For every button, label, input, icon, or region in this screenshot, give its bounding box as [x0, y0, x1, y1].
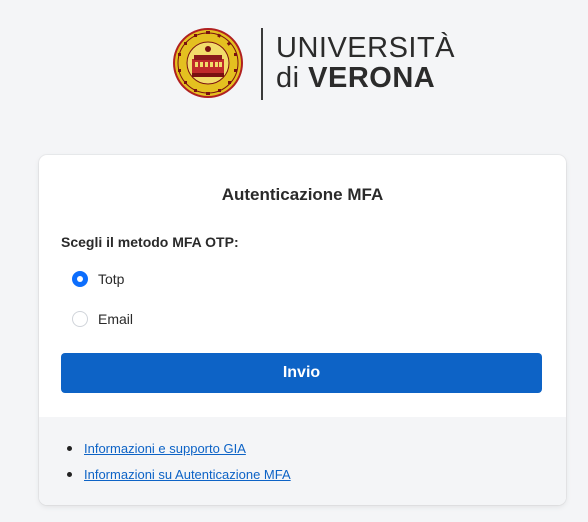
- radio-unchecked-icon[interactable]: [72, 311, 88, 327]
- logo-line2: di VERONA: [276, 64, 455, 93]
- list-item: Informazioni e supporto GIA: [67, 435, 291, 461]
- bullet-icon: [67, 471, 72, 477]
- card-footer: Informazioni e supporto GIA Informazioni…: [39, 417, 566, 505]
- logo-line2-main: VERONA: [308, 62, 436, 94]
- radio-checked-icon[interactable]: [72, 271, 88, 287]
- logo-line1: UNIVERSITÀ: [276, 32, 456, 64]
- link-mfa-info[interactable]: Informazioni su Autenticazione MFA: [84, 467, 291, 482]
- header: UNIVERSITÀ di VERONA: [0, 0, 588, 110]
- mfa-card: Autenticazione MFA Scegli il metodo MFA …: [39, 155, 566, 505]
- bullet-icon: [67, 445, 72, 451]
- university-seal-icon: [173, 28, 243, 98]
- list-item: Informazioni su Autenticazione MFA: [67, 461, 291, 487]
- submit-button[interactable]: Invio: [61, 353, 542, 393]
- radio-label-email: Email: [98, 311, 134, 327]
- radio-option-email[interactable]: Email: [72, 311, 133, 327]
- radio-label-totp: Totp: [98, 271, 125, 287]
- help-links-list: Informazioni e supporto GIA Informazioni…: [67, 435, 291, 487]
- mfa-method-label: Scegli il metodo MFA OTP:: [61, 234, 239, 250]
- card-title: Autenticazione MFA: [221, 185, 384, 204]
- logo-line2-prefix: di: [276, 62, 309, 94]
- link-gia-support[interactable]: Informazioni e supporto GIA: [84, 441, 246, 456]
- radio-option-totp[interactable]: Totp: [72, 271, 124, 287]
- university-logo-text: UNIVERSITÀ di VERONA: [276, 34, 455, 93]
- logo-divider: [261, 28, 263, 100]
